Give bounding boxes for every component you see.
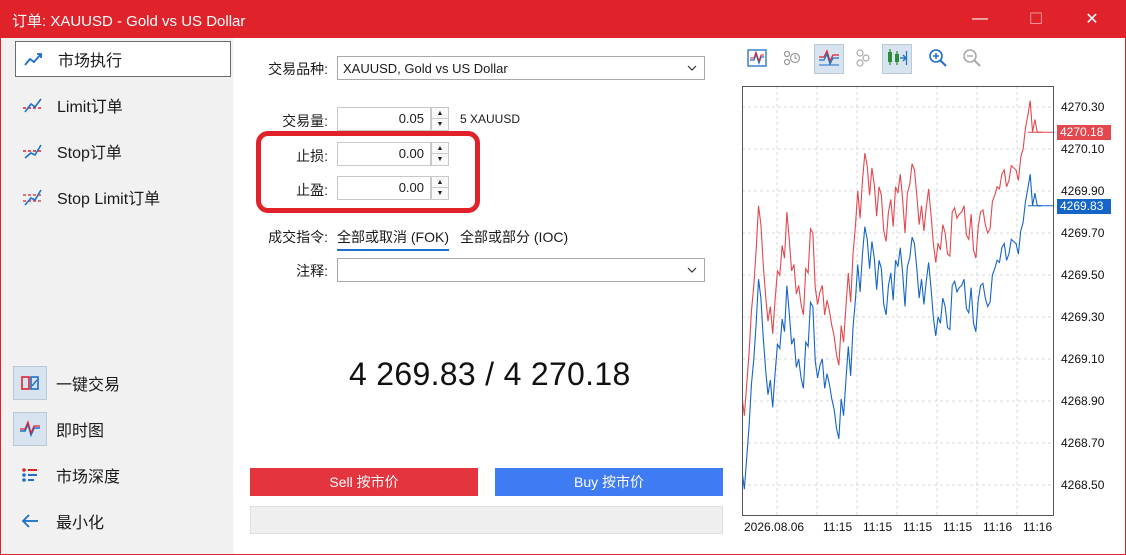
window-frame [0,38,1126,555]
minimize-button[interactable]: — [952,0,1008,38]
title-bar: 订单: XAUUSD - Gold vs US Dollar — ☐ ✕ [0,0,1126,38]
close-button[interactable]: ✕ [1064,0,1120,38]
window-title: 订单: XAUUSD - Gold vs US Dollar [12,13,246,30]
maximize-button[interactable]: ☐ [1008,0,1064,38]
